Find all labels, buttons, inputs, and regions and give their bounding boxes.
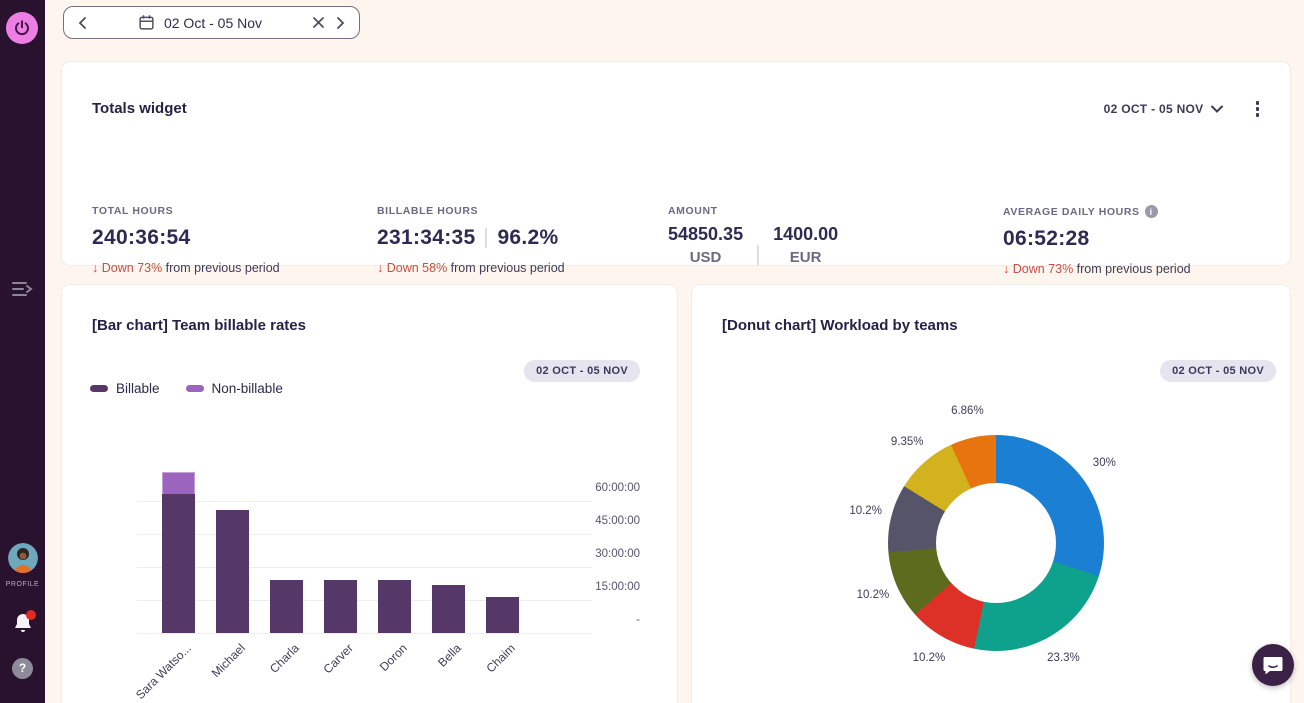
timer-power-button[interactable] <box>6 12 38 44</box>
date-range-value: 02 Oct - 05 Nov <box>164 15 262 31</box>
chat-button[interactable] <box>1252 644 1294 686</box>
date-range-display[interactable]: 02 Oct - 05 Nov <box>93 14 307 31</box>
amount-eur: 1400.00 EUR <box>773 224 838 266</box>
bar-1[interactable] <box>162 472 195 633</box>
stat-label: AVERAGE DAILY HOURS i <box>1003 205 1191 218</box>
totals-widget-title: Totals widget <box>92 100 187 117</box>
stat-delta: ↓ Down 73% from previous period <box>1003 262 1191 276</box>
stat-delta: ↓ Down 73% from previous period <box>92 261 280 275</box>
donut-slice-label-4: 10.2% <box>838 589 908 601</box>
power-icon <box>13 19 31 37</box>
stat-amount: AMOUNT 54850.35 USD 1400.00 EUR <box>668 205 838 266</box>
down-arrow-icon: ↓ <box>1003 262 1009 276</box>
y-axis-tick: 30:00:00 <box>550 548 640 560</box>
stat-value: 06:52:28 <box>1003 227 1191 251</box>
down-arrow-icon: ↓ <box>92 261 98 275</box>
gridline <box>137 600 592 601</box>
donut-slice-label-5: 10.2% <box>831 505 901 517</box>
stat-total-hours: TOTAL HOURS 240:36:54 ↓ Down 73% from pr… <box>92 205 280 275</box>
chevron-right-icon <box>336 17 345 29</box>
bar-5[interactable] <box>378 580 411 633</box>
donut-hole <box>936 483 1056 603</box>
value-divider <box>485 228 487 248</box>
notifications-button[interactable] <box>11 612 35 636</box>
bar-segment-non-billable <box>162 472 195 494</box>
amount-values: 54850.35 USD 1400.00 EUR <box>668 224 838 266</box>
y-axis-tick: 60:00:00 <box>550 482 640 494</box>
stat-delta: ↓ Down 58% from previous period <box>377 261 565 275</box>
bar-segment-billable <box>162 494 195 633</box>
stat-value: 240:36:54 <box>92 226 280 250</box>
app-root: PROFILE ? 02 Oct - 05 Nov <box>0 0 1304 703</box>
donut-slice-label-7: 6.86% <box>932 405 1002 417</box>
prev-period-button[interactable] <box>72 13 93 33</box>
totals-period-value: 02 OCT - 05 NOV <box>1104 102 1204 116</box>
x-axis-tick: Sara Watso... <box>106 641 194 703</box>
bar-segment-billable <box>216 510 249 633</box>
stat-label: AMOUNT <box>668 205 838 217</box>
stat-label: TOTAL HOURS <box>92 205 280 217</box>
donut-chart-card: [Donut chart] Workload by teams 02 OCT -… <box>692 285 1290 703</box>
bar-3[interactable] <box>270 580 303 633</box>
totals-period-dropdown[interactable]: 02 OCT - 05 NOV <box>1104 102 1223 116</box>
gridline <box>137 567 592 568</box>
stat-average-daily-hours: AVERAGE DAILY HOURS i 06:52:28 ↓ Down 73… <box>1003 205 1191 276</box>
donut-slice-label-1: 30% <box>1069 457 1139 469</box>
donut-slice-label-3: 10.2% <box>894 652 964 664</box>
chat-icon <box>1262 655 1284 675</box>
kebab-icon <box>1256 101 1260 105</box>
bar-6[interactable] <box>432 585 465 633</box>
bar-segment-billable <box>378 580 411 633</box>
notification-dot <box>26 610 36 620</box>
close-icon <box>313 17 324 28</box>
expand-sidebar-icon <box>11 280 35 298</box>
stat-value: 231:34:35 96.2% <box>377 226 565 250</box>
bar-2[interactable] <box>216 510 249 633</box>
bar-segment-billable <box>324 580 357 633</box>
avatar <box>8 543 38 573</box>
y-axis-tick: 45:00:00 <box>550 515 640 527</box>
bar-chart-card: [Bar chart] Team billable rates 02 OCT -… <box>62 285 677 703</box>
gridline <box>137 534 592 535</box>
sidebar-profile[interactable]: PROFILE <box>0 543 45 588</box>
bar-segment-billable <box>432 585 465 633</box>
calendar-icon <box>138 14 155 31</box>
gridline <box>137 501 592 502</box>
y-axis-tick: 15:00:00 <box>550 581 640 593</box>
y-axis-tick: - <box>550 614 640 626</box>
clear-date-button[interactable] <box>307 13 330 32</box>
totals-menu-button[interactable] <box>1253 98 1263 120</box>
profile-label: PROFILE <box>0 581 45 588</box>
donut-slice-label-2: 23.3% <box>1028 652 1098 664</box>
help-button[interactable]: ? <box>12 658 33 679</box>
sidebar-expand-button[interactable] <box>10 280 36 300</box>
bar-segment-billable <box>486 597 519 633</box>
bar-chart-plot: 60:00:00 45:00:00 30:00:00 15:00:00 - Sara Wa… <box>62 285 677 703</box>
gridline <box>137 633 592 634</box>
next-period-button[interactable] <box>330 13 351 33</box>
sidebar: PROFILE ? <box>0 0 45 703</box>
currency-divider <box>757 245 759 265</box>
bar-7[interactable] <box>486 597 519 633</box>
info-icon[interactable]: i <box>1145 205 1158 218</box>
totals-widget-card: Totals widget 02 OCT - 05 NOV TOTAL HOUR… <box>62 62 1290 265</box>
down-arrow-icon: ↓ <box>377 261 383 275</box>
bar-segment-billable <box>270 580 303 633</box>
chevron-left-icon <box>78 17 87 29</box>
amount-usd: 54850.35 USD <box>668 224 743 266</box>
donut-chart-plot: 30% 23.3% 10.2% 10.2% 10.2% 9.35% 6.86% <box>692 285 1290 703</box>
stat-label: BILLABLE HOURS <box>377 205 565 217</box>
date-range-picker: 02 Oct - 05 Nov <box>63 6 360 39</box>
stat-billable-hours: BILLABLE HOURS 231:34:35 96.2% ↓ Down 58… <box>377 205 565 275</box>
donut-slice-label-6: 9.35% <box>872 436 942 448</box>
bar-4[interactable] <box>324 580 357 633</box>
chevron-down-icon <box>1211 105 1223 113</box>
